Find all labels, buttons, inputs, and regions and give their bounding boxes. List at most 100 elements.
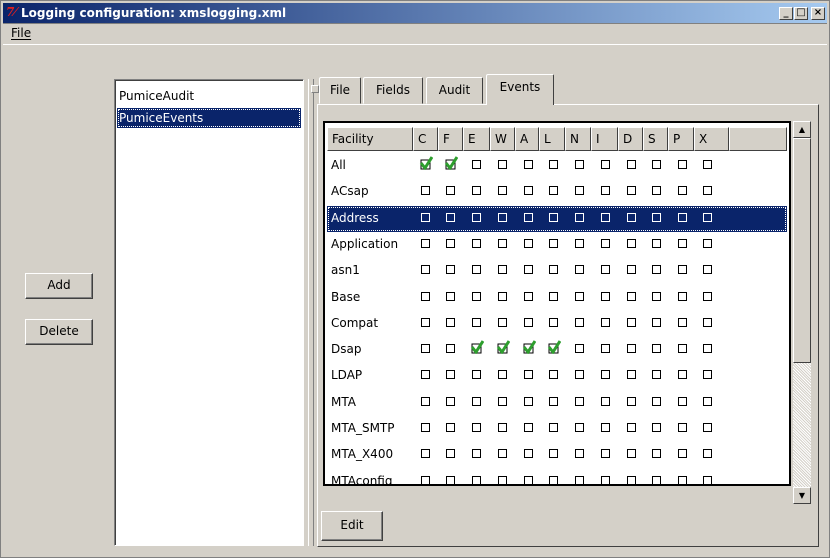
checkbox-c[interactable] [421, 344, 430, 354]
checkbox-i[interactable] [601, 423, 610, 432]
checkbox-n[interactable] [575, 423, 584, 432]
checkbox-p[interactable] [678, 423, 687, 432]
checkbox-c[interactable] [421, 186, 430, 196]
checkbox-i[interactable] [601, 370, 610, 380]
checkbox-d[interactable] [627, 160, 636, 169]
checkbox-n[interactable] [575, 317, 584, 327]
checkbox-a[interactable] [524, 475, 533, 484]
checkbox-l[interactable] [549, 423, 558, 432]
checkbox-c[interactable] [421, 370, 430, 380]
tab-audit[interactable]: Audit [426, 77, 483, 104]
title-bar[interactable]: 7⁄ Logging configuration: xmslogging.xml… [3, 3, 827, 23]
checkbox-x[interactable] [703, 160, 712, 169]
column-header-d[interactable]: D [618, 127, 643, 151]
checkbox-d[interactable] [627, 212, 636, 222]
grid-row-ldap[interactable]: LDAP [327, 363, 787, 389]
sash-grip-handle[interactable] [311, 85, 319, 93]
scroll-down-button[interactable]: ▼ [793, 487, 811, 504]
column-header-facility[interactable]: Facility [327, 127, 413, 151]
checkbox-e[interactable] [472, 396, 481, 406]
checkbox-s[interactable] [652, 317, 661, 327]
checkbox-e[interactable] [472, 212, 481, 222]
checkbox-p[interactable] [678, 238, 687, 248]
column-header-i[interactable]: I [591, 127, 618, 151]
column-header-f[interactable]: F [438, 127, 463, 151]
checkbox-a[interactable] [524, 423, 533, 432]
grid-row-asn1[interactable]: asn1 [327, 258, 787, 284]
checkbox-p[interactable] [678, 291, 687, 301]
checkbox-f[interactable] [446, 344, 455, 354]
column-header-s[interactable]: S [643, 127, 668, 151]
grid-vertical-scrollbar[interactable]: ▲ ▼ [793, 121, 811, 504]
checkbox-w[interactable] [498, 160, 507, 169]
list-item-pumiceevents[interactable]: PumiceEvents [117, 108, 301, 128]
grid-row-address[interactable]: Address [327, 205, 787, 232]
checkbox-i[interactable] [601, 291, 610, 301]
checkbox-i[interactable] [601, 160, 610, 169]
checkbox-s[interactable] [652, 449, 661, 459]
checkbox-x[interactable] [703, 396, 712, 406]
checkbox-f[interactable] [446, 423, 455, 432]
checkbox-f[interactable] [446, 238, 455, 248]
checked-checkbox-c[interactable] [419, 156, 433, 170]
checkbox-w[interactable] [498, 317, 507, 327]
checkbox-c[interactable] [421, 291, 430, 301]
checkbox-s[interactable] [652, 238, 661, 248]
checkbox-i[interactable] [601, 212, 610, 222]
checkbox-c[interactable] [421, 423, 430, 432]
checkbox-w[interactable] [498, 423, 507, 432]
checkbox-d[interactable] [627, 370, 636, 380]
checkbox-c[interactable] [421, 238, 430, 248]
checkbox-l[interactable] [549, 475, 558, 484]
minimize-button[interactable]: _ [779, 7, 793, 20]
grid-row-acsap[interactable]: ACsap [327, 179, 787, 205]
checkbox-e[interactable] [472, 160, 481, 169]
checkbox-f[interactable] [446, 475, 455, 484]
checkbox-d[interactable] [627, 238, 636, 248]
checkbox-n[interactable] [575, 160, 584, 169]
grid-row-mtaconfig[interactable]: MTAconfig [327, 469, 787, 484]
checkbox-e[interactable] [472, 265, 481, 275]
add-button[interactable]: Add [25, 273, 93, 299]
checkbox-i[interactable] [601, 344, 610, 354]
grid-row-mta_smtp[interactable]: MTA_SMTP [327, 416, 787, 442]
checkbox-f[interactable] [446, 449, 455, 459]
checkbox-p[interactable] [678, 370, 687, 380]
checkbox-n[interactable] [575, 186, 584, 196]
checkbox-c[interactable] [421, 265, 430, 275]
checkbox-s[interactable] [652, 396, 661, 406]
checkbox-n[interactable] [575, 344, 584, 354]
checkbox-e[interactable] [472, 186, 481, 196]
checkbox-f[interactable] [446, 396, 455, 406]
grid-row-dsap[interactable]: Dsap [327, 337, 787, 363]
checked-checkbox-e[interactable] [470, 340, 484, 355]
checkbox-p[interactable] [678, 317, 687, 327]
column-header-a[interactable]: A [515, 127, 539, 151]
checkbox-p[interactable] [678, 344, 687, 354]
scroll-up-button[interactable]: ▲ [793, 121, 811, 138]
checkbox-f[interactable] [446, 212, 455, 222]
checkbox-l[interactable] [549, 396, 558, 406]
checkbox-x[interactable] [703, 423, 712, 432]
checkbox-p[interactable] [678, 265, 687, 275]
checkbox-n[interactable] [575, 238, 584, 248]
checkbox-e[interactable] [472, 475, 481, 484]
edit-button[interactable]: Edit [321, 511, 383, 541]
column-header-p[interactable]: P [668, 127, 694, 151]
checkbox-f[interactable] [446, 265, 455, 275]
checkbox-p[interactable] [678, 396, 687, 406]
checkbox-a[interactable] [524, 160, 533, 169]
checkbox-i[interactable] [601, 449, 610, 459]
checkbox-d[interactable] [627, 317, 636, 327]
checkbox-d[interactable] [627, 344, 636, 354]
checkbox-l[interactable] [549, 265, 558, 275]
checkbox-a[interactable] [524, 212, 533, 222]
checkbox-e[interactable] [472, 238, 481, 248]
checkbox-d[interactable] [627, 396, 636, 406]
checkbox-a[interactable] [524, 449, 533, 459]
checkbox-w[interactable] [498, 475, 507, 484]
checkbox-l[interactable] [549, 370, 558, 380]
grid-row-mta_x400[interactable]: MTA_X400 [327, 442, 787, 468]
checkbox-w[interactable] [498, 238, 507, 248]
checkbox-l[interactable] [549, 160, 558, 169]
